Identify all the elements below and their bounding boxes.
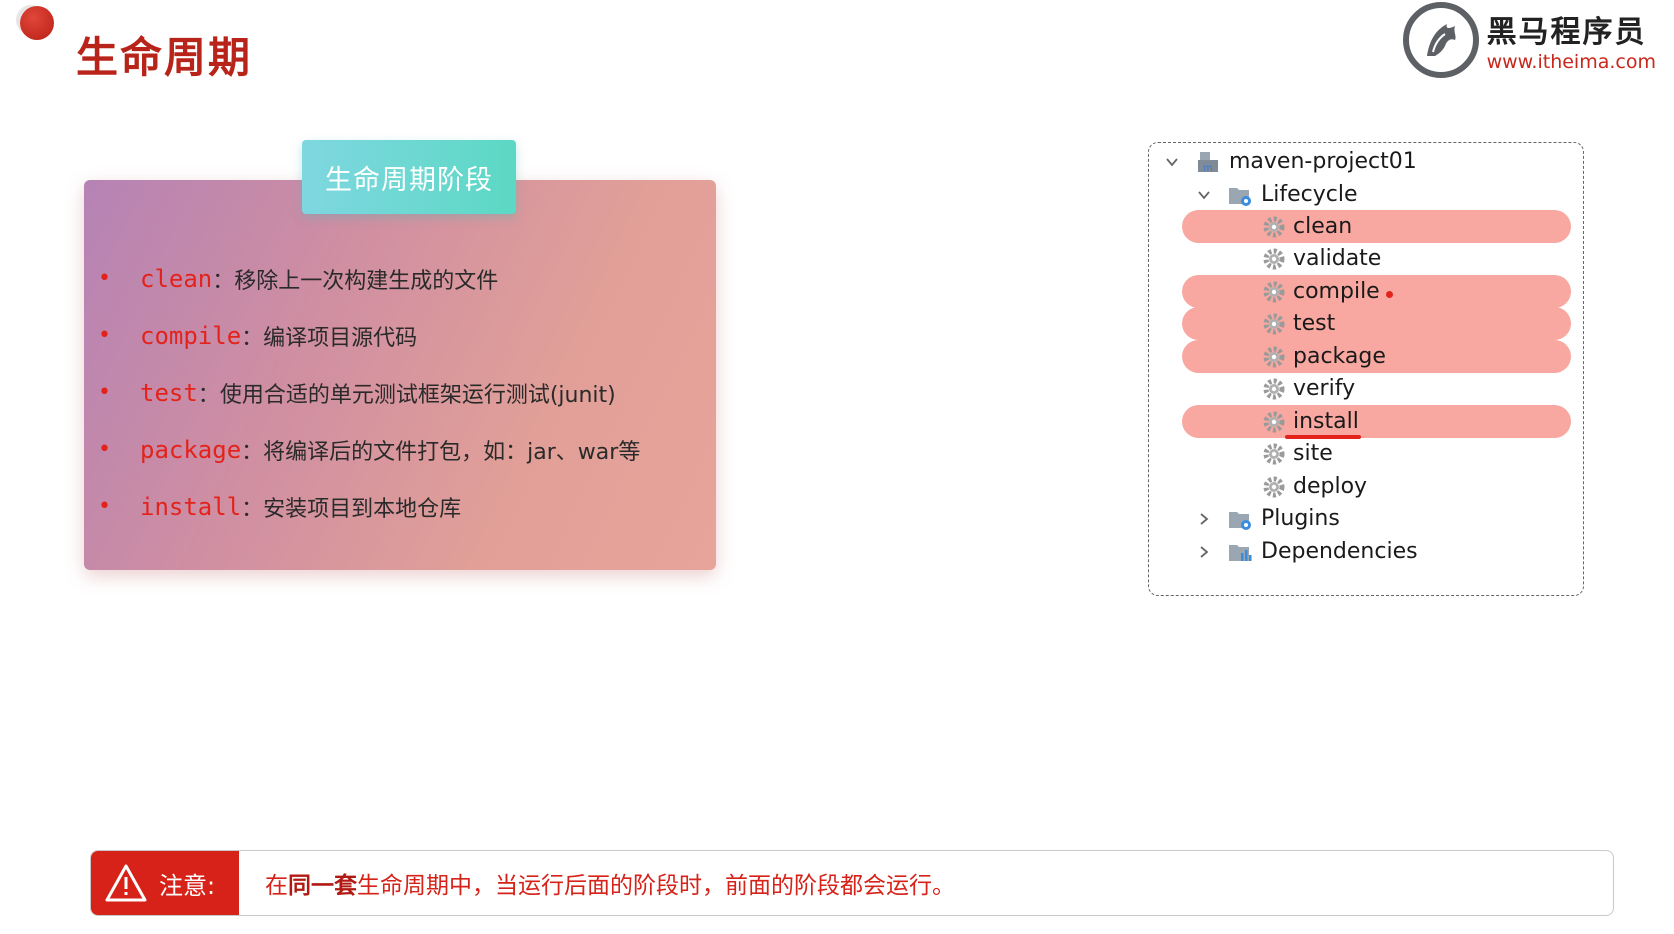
phase-label: package — [1293, 344, 1386, 369]
phase-description: 移除上一次构建生成的文件 — [234, 268, 499, 294]
bullet-icon: • — [98, 266, 111, 291]
phase-label: install — [1293, 409, 1359, 434]
phase-keyword: package — [140, 435, 242, 464]
chevron-right-icon[interactable] — [1195, 543, 1213, 561]
phase-label: clean — [1293, 214, 1353, 239]
folder-bars-icon — [1229, 544, 1252, 561]
list-item: • install ： 安装项目到本地仓库 — [98, 478, 640, 535]
phase-item-verify[interactable]: verify — [1149, 371, 1583, 406]
tree-node-plugins[interactable]: Plugins — [1149, 501, 1583, 536]
phase-item-package[interactable]: package — [1149, 339, 1583, 374]
phase-item-deploy[interactable]: deploy — [1149, 469, 1583, 504]
warning-icon — [105, 864, 147, 902]
list-item: • clean ： 移除上一次构建生成的文件 — [98, 250, 640, 307]
chevron-right-icon[interactable] — [1195, 510, 1213, 528]
phase-separator: ： — [241, 325, 264, 351]
phase-item-validate[interactable]: validate — [1149, 241, 1583, 276]
gear-icon — [1263, 346, 1285, 367]
list-item: • test ： 使用合适的单元测试框架运行测试(junit) — [98, 364, 640, 421]
lifecycle-card: 生命周期阶段 • clean ： 移除上一次构建生成的文件 • compile … — [84, 140, 716, 570]
bullet-icon: • — [98, 380, 111, 405]
maven-module-icon: m — [1198, 151, 1218, 174]
phase-keyword: clean — [140, 264, 213, 293]
bullet-icon: • — [98, 437, 111, 462]
gear-icon — [1263, 378, 1285, 399]
maven-tree-panel: m maven-project01 Lifecycle clean valida… — [1148, 142, 1584, 596]
card-tab-label: 生命周期阶段 — [325, 164, 493, 196]
gear-icon — [1263, 248, 1285, 269]
phase-item-site[interactable]: site — [1149, 436, 1583, 471]
phase-description: 使用合适的单元测试框架运行测试(junit) — [219, 382, 616, 408]
tree-node-label: Lifecycle — [1261, 182, 1358, 207]
tree-node-project[interactable]: m maven-project01 — [1149, 144, 1583, 179]
svg-text:m: m — [1203, 163, 1213, 174]
phase-label: site — [1293, 441, 1333, 466]
note-label-box: 注意: — [91, 851, 239, 915]
tree-node-label: Dependencies — [1261, 539, 1418, 564]
phase-label: test — [1293, 311, 1336, 336]
gear-icon — [1263, 476, 1285, 497]
highlight-bar — [1182, 210, 1571, 243]
phase-label: compile — [1293, 279, 1380, 304]
phase-item-install[interactable]: install — [1149, 404, 1583, 439]
tree-node-dependencies[interactable]: Dependencies — [1149, 534, 1583, 569]
phase-item-clean[interactable]: clean — [1149, 209, 1583, 244]
page-title: 生命周期 — [76, 33, 253, 82]
gear-icon — [1263, 313, 1285, 334]
phase-description: 编译项目源代码 — [263, 325, 418, 351]
phase-item-compile[interactable]: compile — [1149, 274, 1583, 309]
phase-separator: ： — [212, 268, 235, 294]
phase-description: 安装项目到本地仓库 — [263, 496, 462, 522]
phase-label: verify — [1293, 376, 1356, 401]
phase-keyword: compile — [140, 321, 242, 350]
list-item: • compile ： 编译项目源代码 — [98, 307, 640, 364]
brand-url: www.itheima.com — [1486, 51, 1656, 73]
brand-logo: 黑马程序员 www.itheima.com — [1402, 2, 1656, 78]
folder-gear-icon — [1229, 511, 1251, 530]
gear-icon — [1263, 281, 1285, 302]
bullet-icon: • — [98, 323, 111, 348]
bullet-icon: • — [98, 494, 111, 519]
annotation-dot — [1386, 291, 1393, 298]
phase-label: deploy — [1293, 474, 1368, 499]
decorative-dot — [20, 6, 54, 40]
phase-description: 将编译后的文件打包，如：jar、war等 — [263, 439, 641, 465]
folder-gear-icon — [1229, 187, 1251, 206]
gear-icon — [1263, 216, 1285, 237]
list-item: • package ： 将编译后的文件打包，如：jar、war等 — [98, 421, 640, 478]
gear-icon — [1263, 443, 1285, 464]
phase-separator: ： — [197, 382, 220, 408]
highlight-bar — [1182, 307, 1571, 340]
chevron-down-icon[interactable] — [1195, 186, 1213, 204]
note-text-suffix: 生命周期中，当运行后面的阶段时，前面的阶段都会运行。 — [357, 873, 955, 899]
phase-label: validate — [1293, 246, 1382, 271]
phase-list: • clean ： 移除上一次构建生成的文件 • compile ： 编译项目源… — [98, 250, 640, 535]
phase-separator: ： — [241, 496, 264, 522]
phase-separator: ： — [241, 439, 264, 465]
note-banner: 注意: 在同一套 生命周期中，当运行后面的阶段时，前面的阶段都会运行。 — [90, 850, 1614, 916]
chevron-down-icon[interactable] — [1163, 153, 1181, 171]
brand-name: 黑马程序员 — [1486, 15, 1647, 50]
phase-keyword: install — [140, 492, 242, 521]
note-message: 在同一套 生命周期中，当运行后面的阶段时，前面的阶段都会运行。 — [239, 851, 955, 915]
tree-node-label: Plugins — [1261, 506, 1340, 531]
tree-node-label: maven-project01 — [1229, 149, 1417, 174]
horse-logo-icon — [1402, 2, 1479, 78]
note-text-bold: 同一套 — [288, 873, 357, 899]
highlight-bar — [1182, 405, 1571, 438]
tree-node-lifecycle[interactable]: Lifecycle — [1149, 177, 1583, 212]
note-text-prefix: 在 — [265, 873, 288, 899]
phase-keyword: test — [140, 378, 198, 407]
gear-icon — [1263, 411, 1285, 432]
note-label: 注意: — [159, 871, 216, 900]
phase-item-test[interactable]: test — [1149, 306, 1583, 341]
card-tab: 生命周期阶段 — [302, 140, 516, 214]
